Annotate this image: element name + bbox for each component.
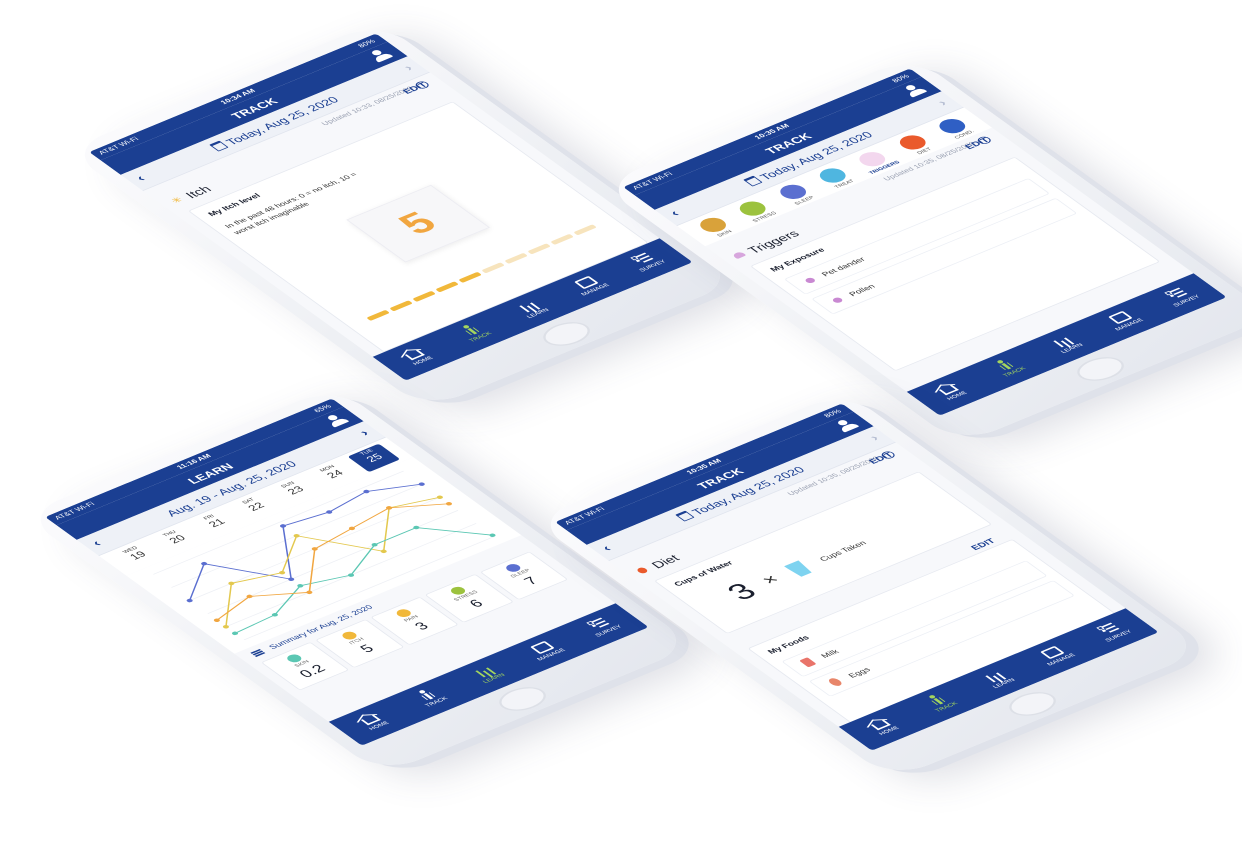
scale-segment[interactable] [573, 224, 597, 236]
day-number: 25 [363, 451, 386, 464]
calendar-icon [208, 140, 229, 152]
data-point[interactable] [445, 501, 454, 506]
times-sign: × [757, 571, 785, 588]
diet-icon [635, 566, 650, 575]
itch-value: 5 [388, 205, 447, 241]
food-icon [799, 657, 817, 668]
list-item-label: Eggs [846, 666, 873, 680]
scale-segment[interactable] [504, 252, 528, 264]
day-number: 19 [126, 549, 150, 562]
scale-segment[interactable] [435, 281, 459, 293]
phone-track-itch: AT&T Wi-Fi 10:34 AM 80% TRACK ‹ Today, A… [66, 20, 739, 411]
data-point[interactable] [488, 533, 497, 538]
list-item-label: Pet dander [819, 255, 868, 278]
water-suffix: Cups Taken [817, 539, 868, 563]
phone-track-diet: AT&T Wi-Fi 10:35 AM 80% TRACK ‹ Today, A… [532, 390, 1205, 780]
calendar-icon [742, 175, 763, 187]
itch-value-box: 5 [346, 184, 490, 263]
data-point[interactable] [278, 570, 287, 575]
scale-segment[interactable] [481, 262, 505, 274]
data-point[interactable] [279, 524, 288, 529]
day-number: 23 [284, 484, 307, 497]
data-point[interactable] [200, 561, 209, 566]
scale-segment[interactable] [550, 233, 574, 245]
water-count: 3 [719, 578, 765, 606]
scale-segment[interactable] [458, 271, 482, 283]
day-number: 22 [244, 500, 268, 513]
list-item-label: Milk [818, 648, 841, 660]
scale-segment[interactable] [366, 309, 390, 321]
scale-segment[interactable] [412, 290, 436, 302]
triggers-icon [731, 251, 747, 260]
day-number: 21 [205, 516, 228, 530]
itch-icon: ✳ [168, 195, 186, 206]
phone-learn: AT&T Wi-Fi 11:16 AM 65% LEARN ‹ Aug. 19 … [22, 385, 695, 775]
section-title: Itch [182, 183, 215, 201]
data-point[interactable] [379, 549, 388, 554]
section-title: Diet [648, 552, 683, 571]
food-icon [826, 676, 845, 688]
data-point[interactable] [296, 583, 305, 588]
allergen-icon [803, 276, 817, 285]
cup-icon [783, 560, 814, 578]
day-number: 24 [323, 467, 347, 481]
calendar-icon [674, 510, 695, 522]
allergen-icon [831, 296, 845, 304]
scale-segment[interactable] [389, 300, 413, 312]
list-icon [252, 650, 264, 656]
day-number: 20 [166, 532, 189, 546]
phone-track-triggers: AT&T Wi-Fi 10:35 AM 80% TRACK ‹ Today, A… [600, 55, 1242, 446]
list-item-label: Pollen [846, 282, 878, 298]
scale-segment[interactable] [527, 243, 551, 255]
